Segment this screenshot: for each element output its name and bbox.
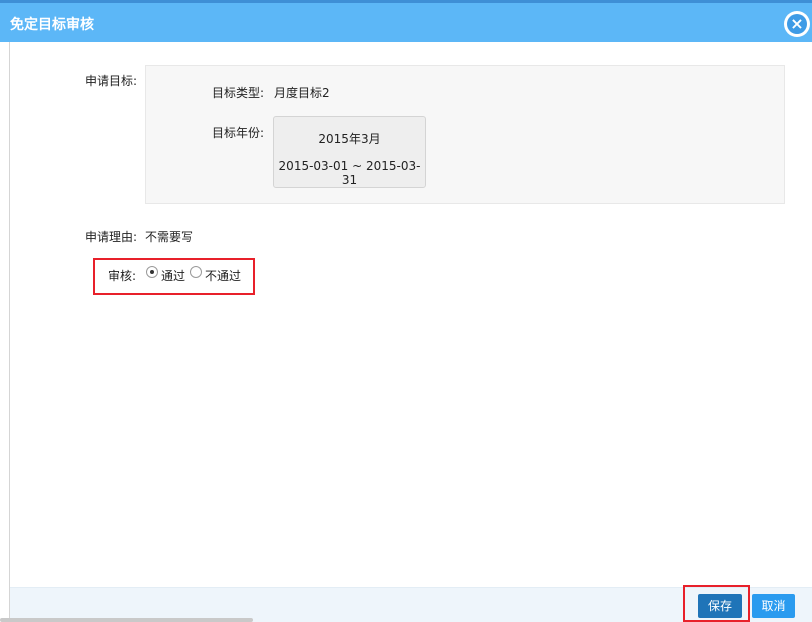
dialog-titlebar: 免定目标审核 × xyxy=(0,0,812,42)
horizontal-scrollbar[interactable] xyxy=(0,618,253,622)
cancel-button[interactable]: 取消 xyxy=(752,594,795,618)
close-icon[interactable]: × xyxy=(784,11,810,37)
review-label: 审核: xyxy=(108,269,137,283)
dialog-title: 免定目标审核 xyxy=(10,17,94,33)
target-type-label: 目标类型: xyxy=(212,86,265,100)
period-range: 2015-03-01 ~ 2015-03-31 xyxy=(278,159,421,187)
review-fail-radio[interactable] xyxy=(190,266,202,278)
target-period-box: 2015年3月 2015-03-01 ~ 2015-03-31 xyxy=(273,116,426,188)
review-pass-radio[interactable] xyxy=(146,266,158,278)
target-year-label: 目标年份: xyxy=(212,126,265,140)
reason-label: 申请理由: xyxy=(85,230,138,244)
reason-value: 不需要写 xyxy=(145,230,194,244)
period-title: 2015年3月 xyxy=(318,132,381,146)
review-fail-label[interactable]: 不通过 xyxy=(205,267,241,284)
save-button[interactable]: 保存 xyxy=(698,594,742,618)
apply-target-label: 申请目标: xyxy=(85,74,138,88)
target-type-value: 月度目标2 xyxy=(274,86,330,100)
review-pass-label[interactable]: 通过 xyxy=(161,267,185,284)
